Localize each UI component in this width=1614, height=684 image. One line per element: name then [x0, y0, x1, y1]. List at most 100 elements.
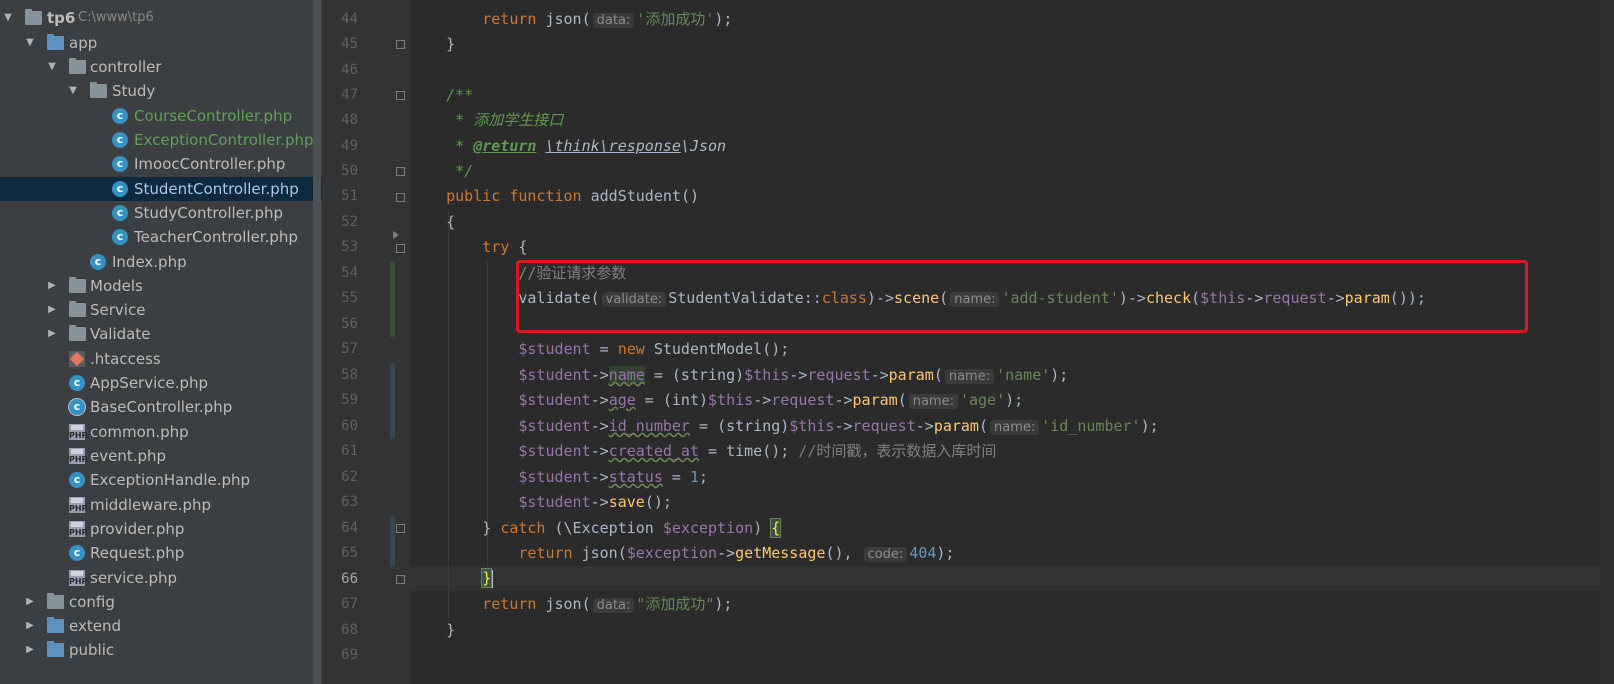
tree-item-common[interactable]: PHP common.php — [0, 420, 330, 444]
token: 1 — [689, 468, 699, 486]
tree-item-exceptionhandle[interactable]: c ExceptionHandle.php — [0, 468, 330, 492]
php-class-icon: c — [112, 156, 128, 172]
tree-item-service[interactable]: ▶ Service — [0, 298, 330, 322]
tree-item-studycontroller[interactable]: c StudyController.php — [0, 201, 330, 225]
code-editor[interactable]: return json(data: '添加成功'); } /** * 添加学生接口… — [410, 0, 1614, 684]
token: } — [482, 519, 492, 537]
token: = — [662, 468, 690, 486]
php-class-icon: c — [112, 181, 128, 197]
editor-gutter: 44 45 46 47 48 49 50 51 52 53 54 55 56 5… — [324, 0, 410, 684]
fold-end-icon[interactable] — [396, 575, 405, 584]
token: = — [590, 340, 618, 358]
tree-item-extend[interactable]: ▶ extend — [0, 614, 330, 638]
collapse-arrow-icon[interactable]: ▶ — [46, 322, 58, 346]
tree-item-provider[interactable]: PHP provider.php — [0, 517, 330, 541]
collapse-arrow-icon[interactable]: ▶ — [24, 614, 36, 638]
fold-start-icon[interactable] — [396, 91, 405, 100]
tree-item-middleware[interactable]: PHP middleware.php — [0, 493, 330, 517]
token: ; — [699, 468, 709, 486]
token: } — [446, 35, 456, 53]
tree-item-index[interactable]: c Index.php — [0, 250, 330, 274]
collapse-arrow-icon[interactable]: ▶ — [24, 590, 36, 614]
tree-root-tp6[interactable]: ▼ tp6 C:\www\tp6 — [0, 6, 330, 30]
tree-item-service-php[interactable]: PHP service.php — [0, 566, 330, 590]
tree-item-imooccontroller[interactable]: c ImoocController.php — [0, 152, 330, 176]
tree-item-exceptioncontroller[interactable]: c ExceptionController.php — [0, 128, 330, 152]
token: return — [482, 595, 537, 613]
token: created_at — [608, 442, 699, 460]
code-line-47: /** — [410, 83, 473, 108]
fold-start-icon[interactable] — [396, 244, 405, 253]
tree-scrollbar[interactable] — [313, 0, 321, 684]
fold-end-icon[interactable] — [396, 40, 405, 49]
tree-item-label: event.php — [90, 447, 167, 465]
code-line-45: } — [410, 32, 455, 57]
collapse-arrow-icon[interactable]: ▶ — [24, 638, 36, 662]
expand-arrow-icon[interactable]: ▼ — [24, 31, 36, 55]
token: StudentModel(); — [644, 340, 790, 358]
tree-item-coursecontroller[interactable]: c CourseController.php — [0, 104, 330, 128]
token: save — [608, 493, 645, 511]
tree-item-appservice[interactable]: c AppService.php — [0, 371, 330, 395]
breakpoint-arrow-icon[interactable] — [393, 231, 399, 239]
token: return — [482, 10, 537, 28]
project-tree: ▼ tp6 C:\www\tp6 ▼ app ▼ controller ▼ St… — [0, 0, 330, 684]
tree-item-event[interactable]: PHP event.php — [0, 444, 330, 468]
token: '添加成功' — [636, 10, 715, 28]
tree-item-label: extend — [69, 617, 121, 635]
token: -> — [590, 391, 609, 409]
fold-start-icon[interactable] — [396, 193, 405, 202]
token: request — [852, 417, 916, 435]
token: (\Exception — [554, 519, 663, 537]
token: (); — [644, 493, 672, 511]
tree-item-label: Service — [90, 301, 146, 319]
expand-arrow-icon[interactable]: ▼ — [2, 6, 14, 30]
line-number: 50 — [341, 163, 358, 179]
token: 'age' — [959, 391, 1006, 409]
line-number: 44 — [341, 11, 358, 27]
tree-item-label: common.php — [90, 423, 189, 441]
tree-item-teachercontroller[interactable]: c TeacherController.php — [0, 225, 330, 249]
token: status — [608, 468, 663, 486]
tree-item-htaccess[interactable]: .htaccess — [0, 347, 330, 371]
token: -> — [590, 468, 609, 486]
tree-item-label: Study — [112, 82, 156, 100]
tree-item-study[interactable]: ▼ Study — [0, 79, 330, 103]
config-file-icon — [69, 351, 85, 367]
fold-start-icon[interactable] — [396, 524, 405, 533]
collapse-arrow-icon[interactable]: ▶ — [46, 298, 58, 322]
folder-icon — [47, 641, 64, 657]
tree-item-basecontroller[interactable]: c BaseController.php — [0, 395, 330, 419]
current-line-highlight — [410, 566, 1614, 591]
vcs-added-marker[interactable] — [390, 261, 395, 337]
tree-item-label: TeacherController.php — [134, 228, 298, 246]
expand-arrow-icon[interactable]: ▼ — [67, 79, 79, 103]
fold-end-icon[interactable] — [396, 167, 405, 176]
vcs-modified-marker[interactable] — [390, 516, 395, 567]
vcs-modified-marker[interactable] — [390, 363, 395, 439]
expand-arrow-icon[interactable]: ▼ — [46, 55, 58, 79]
folder-icon — [47, 34, 64, 50]
php-file-icon: PHP — [69, 497, 87, 513]
tree-item-label: middleware.php — [90, 496, 212, 514]
tree-item-studentcontroller[interactable]: c StudentController.php — [0, 177, 330, 201]
tree-item-models[interactable]: ▶ Models — [0, 274, 330, 298]
code-line-64: } catch (\Exception $exception) { — [410, 516, 782, 541]
folder-icon — [25, 9, 42, 25]
collapse-arrow-icon[interactable]: ▶ — [46, 274, 58, 298]
token: id_number — [608, 417, 690, 435]
tree-item-controller[interactable]: ▼ controller — [0, 55, 330, 79]
token: ) — [753, 519, 772, 537]
code-line-60: $student->id_number = (string)$this->req… — [518, 417, 1159, 435]
tree-item-config[interactable]: ▶ config — [0, 590, 330, 614]
tree-item-public[interactable]: ▶ public — [0, 638, 330, 662]
token: { — [518, 238, 528, 256]
tree-item-request[interactable]: c Request.php — [0, 541, 330, 565]
editor-scrollbar[interactable] — [1600, 0, 1614, 684]
token: $student — [518, 391, 591, 409]
tree-item-app[interactable]: ▼ app — [0, 31, 330, 55]
php-abstract-class-icon: c — [69, 399, 85, 415]
tree-item-label: Validate — [90, 325, 151, 343]
tree-item-validate[interactable]: ▶ Validate — [0, 322, 330, 346]
token: -> — [753, 391, 772, 409]
